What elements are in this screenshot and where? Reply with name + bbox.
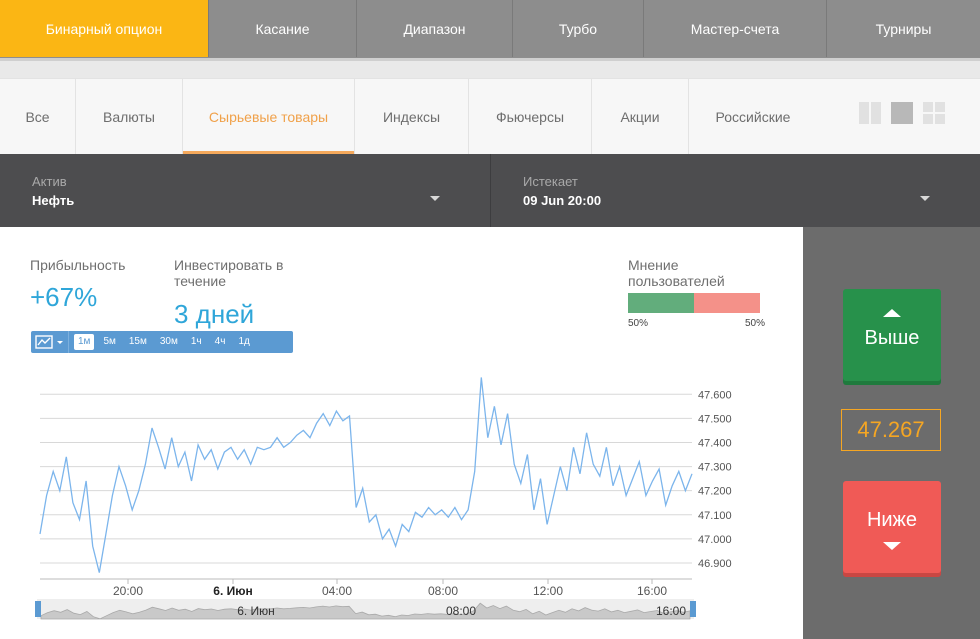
category-tabs: Все Валюты Сырьевые товары Индексы Фьюче…	[0, 78, 980, 155]
tab-touch[interactable]: Касание	[209, 0, 357, 57]
option-type-tabs: Бинарный опцион Касание Диапазон Турбо М…	[0, 0, 980, 58]
x-tick-label: 04:00	[322, 584, 352, 598]
asset-dropdown[interactable]: Актив Нефть	[0, 154, 490, 227]
trade-panel: Выше 47.267 Ниже	[803, 227, 980, 639]
navigator-right-handle[interactable]	[690, 601, 696, 617]
arrow-down-icon	[883, 542, 901, 550]
y-tick-label: 47.000	[698, 534, 732, 546]
category-russian[interactable]: Российские	[689, 79, 817, 155]
tab-turbo[interactable]: Турбо	[513, 0, 644, 57]
timeframe-5m[interactable]: 5м	[99, 334, 119, 350]
lower-button-label: Ниже	[866, 509, 918, 531]
timeframe-30m[interactable]: 30м	[156, 334, 182, 350]
invest-label: Инвестировать в течение	[174, 257, 284, 289]
line-chart-icon	[34, 335, 63, 349]
x-tick-label: 20:00	[113, 584, 143, 598]
app-root: Бинарный опцион Касание Диапазон Турбо М…	[0, 0, 980, 639]
tab-range[interactable]: Диапазон	[357, 0, 513, 57]
x-tick-label: 6. Июн	[213, 584, 252, 598]
opinion-down-pct: 50%	[745, 318, 766, 329]
category-currencies[interactable]: Валюты	[76, 79, 183, 155]
category-commodities[interactable]: Сырьевые товары	[183, 79, 355, 155]
current-price: 47.267	[841, 409, 941, 451]
asset-value: Нефть	[32, 193, 75, 208]
invest-value: 3 дней	[174, 299, 255, 329]
profit-value: +67%	[30, 282, 98, 312]
opinion-down-fill	[694, 293, 760, 313]
lower-button[interactable]: Ниже	[843, 481, 941, 573]
navigator-label: 08:00	[446, 604, 476, 618]
y-tick-label: 46.900	[698, 558, 732, 570]
x-tick-label: 16:00	[637, 584, 667, 598]
opinion-up-fill	[628, 293, 694, 313]
expiry-dropdown[interactable]: Истекает 09 Jun 20:00	[491, 154, 980, 227]
x-tick-label: 12:00	[533, 584, 563, 598]
chart-toolbar: 1м 5м 15м 30м 1ч 4ч 1д	[31, 331, 293, 353]
category-all[interactable]: Все	[0, 79, 76, 155]
navigator-left-handle[interactable]	[35, 601, 41, 617]
expiry-value: 09 Jun 20:00	[523, 193, 602, 208]
category-futures[interactable]: Фьючерсы	[469, 79, 592, 155]
y-tick-label: 47.100	[698, 510, 732, 522]
y-tick-label: 47.200	[698, 486, 732, 498]
price-chart[interactable]: 47.600 47.500 47.400 47.300 47.200 47.100 47.0…	[0, 367, 803, 639]
tab-master-accounts[interactable]: Мастер-счета	[644, 0, 827, 57]
price-series-line	[39, 377, 693, 573]
category-indices[interactable]: Индексы	[355, 79, 469, 155]
chart-panel: Прибыльность +67% Инвестировать в течени…	[0, 227, 803, 639]
grid-view-icon[interactable]	[923, 102, 945, 124]
timeframe-15m[interactable]: 15м	[125, 334, 151, 350]
single-view-icon[interactable]	[891, 102, 913, 124]
two-column-view-icon[interactable]	[859, 102, 881, 124]
navigator-label: 16:00	[656, 604, 686, 618]
tab-binary-option[interactable]: Бинарный опцион	[0, 0, 209, 57]
asset-selector-bar: Актив Нефть Истекает 09 Jun 20:00	[0, 154, 980, 227]
arrow-up-icon	[883, 309, 901, 317]
tab-tournaments[interactable]: Турниры	[827, 0, 980, 57]
profit-label: Прибыльность	[30, 257, 126, 273]
higher-button-label: Выше	[864, 327, 920, 349]
category-stocks[interactable]: Акции	[592, 79, 689, 155]
navigator-label: 6. Июн	[237, 604, 275, 618]
y-tick-label: 47.500	[698, 413, 732, 425]
timeframe-1m[interactable]: 1м	[74, 334, 95, 350]
chevron-down-icon	[430, 196, 440, 201]
y-tick-label: 47.400	[698, 437, 732, 449]
y-tick-label: 47.600	[698, 389, 732, 401]
higher-button[interactable]: Выше	[843, 289, 941, 381]
opinion-label: Мнение пользователей	[628, 257, 725, 289]
expiry-label: Истекает	[523, 174, 578, 189]
opinion-bar	[628, 293, 760, 313]
chart-type-dropdown[interactable]	[31, 331, 69, 353]
chevron-down-icon	[920, 196, 930, 201]
timeframe-1d[interactable]: 1д	[234, 334, 253, 350]
y-tick-label: 47.300	[698, 462, 732, 474]
asset-label: Актив	[32, 174, 67, 189]
view-mode-switcher	[859, 102, 945, 124]
opinion-up-pct: 50%	[628, 318, 649, 329]
x-tick-label: 08:00	[428, 584, 458, 598]
timeframe-1h[interactable]: 1ч	[187, 334, 206, 350]
timeframe-4h[interactable]: 4ч	[211, 334, 230, 350]
